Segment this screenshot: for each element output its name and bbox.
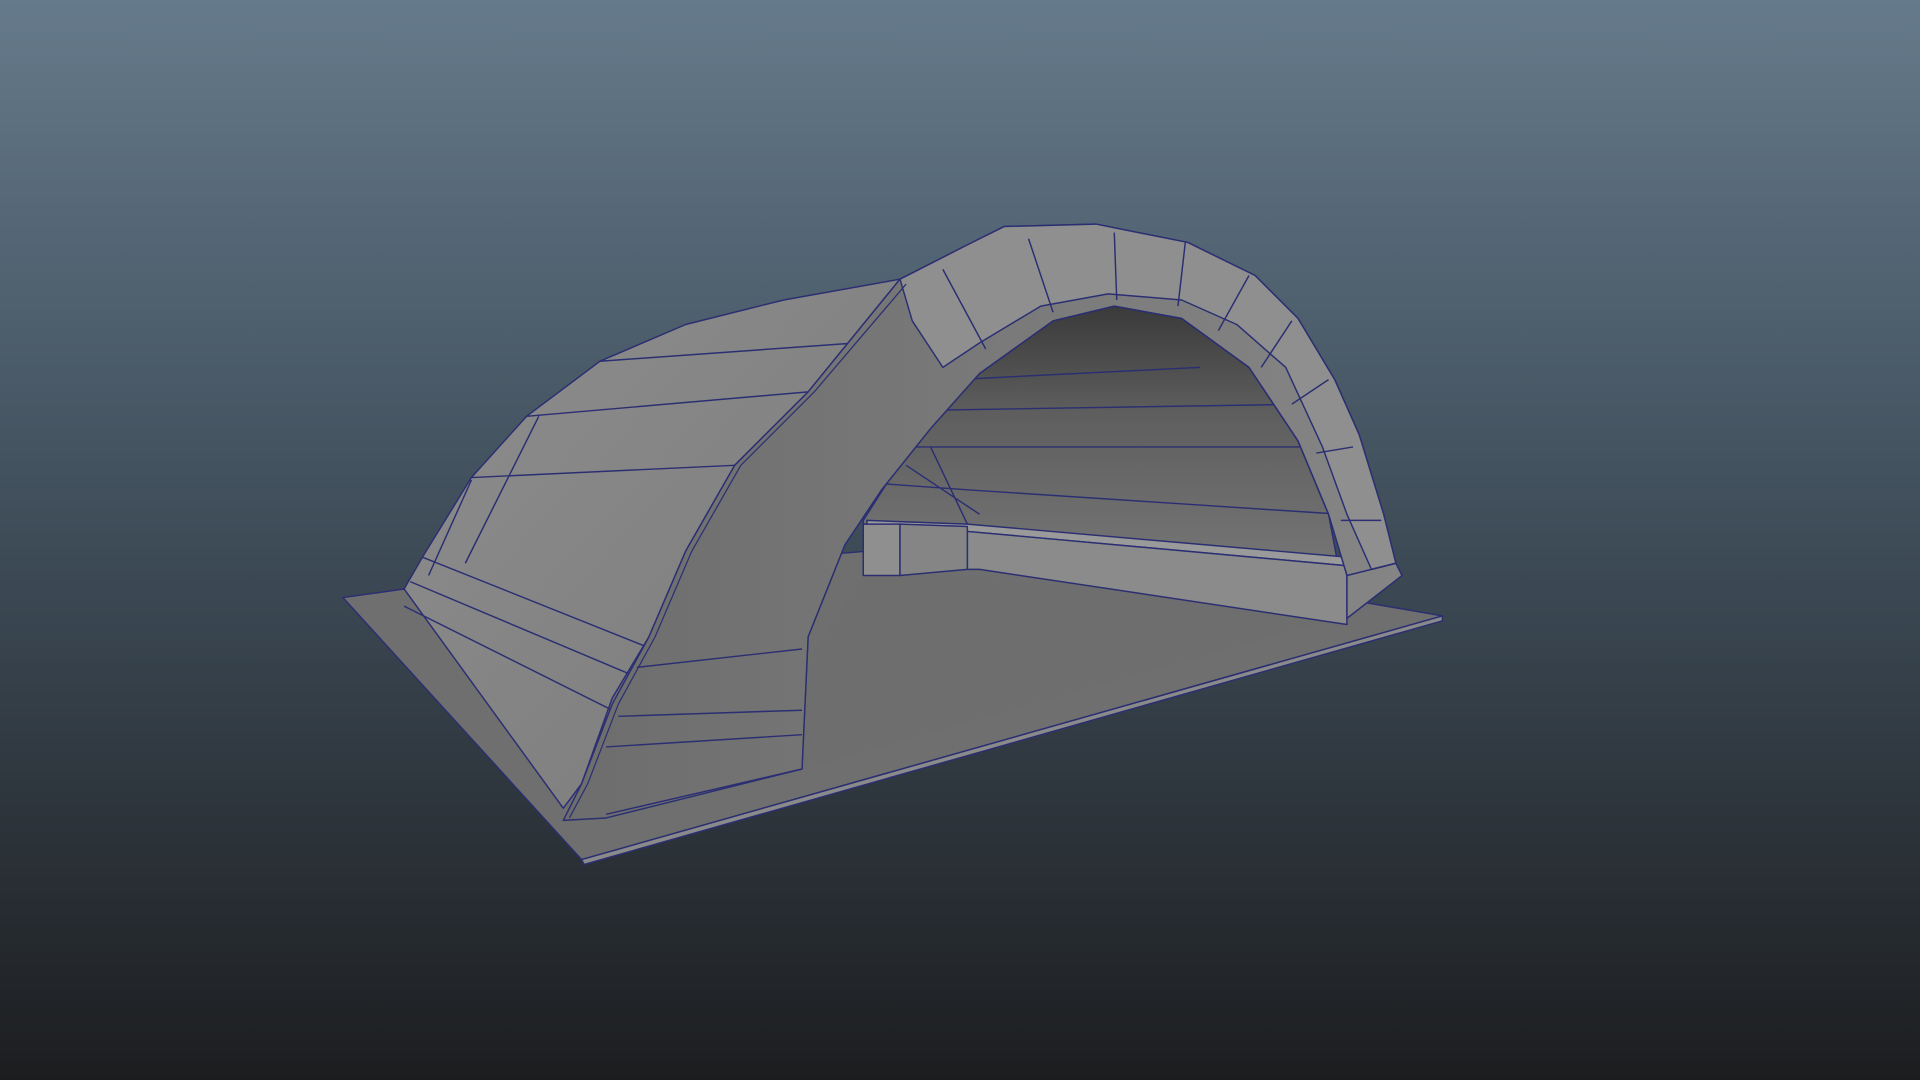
3d-viewport[interactable] <box>0 0 1920 1080</box>
interior-block-side <box>899 523 969 577</box>
interior-block <box>862 523 901 577</box>
viewport-canvas[interactable] <box>0 0 1920 1080</box>
